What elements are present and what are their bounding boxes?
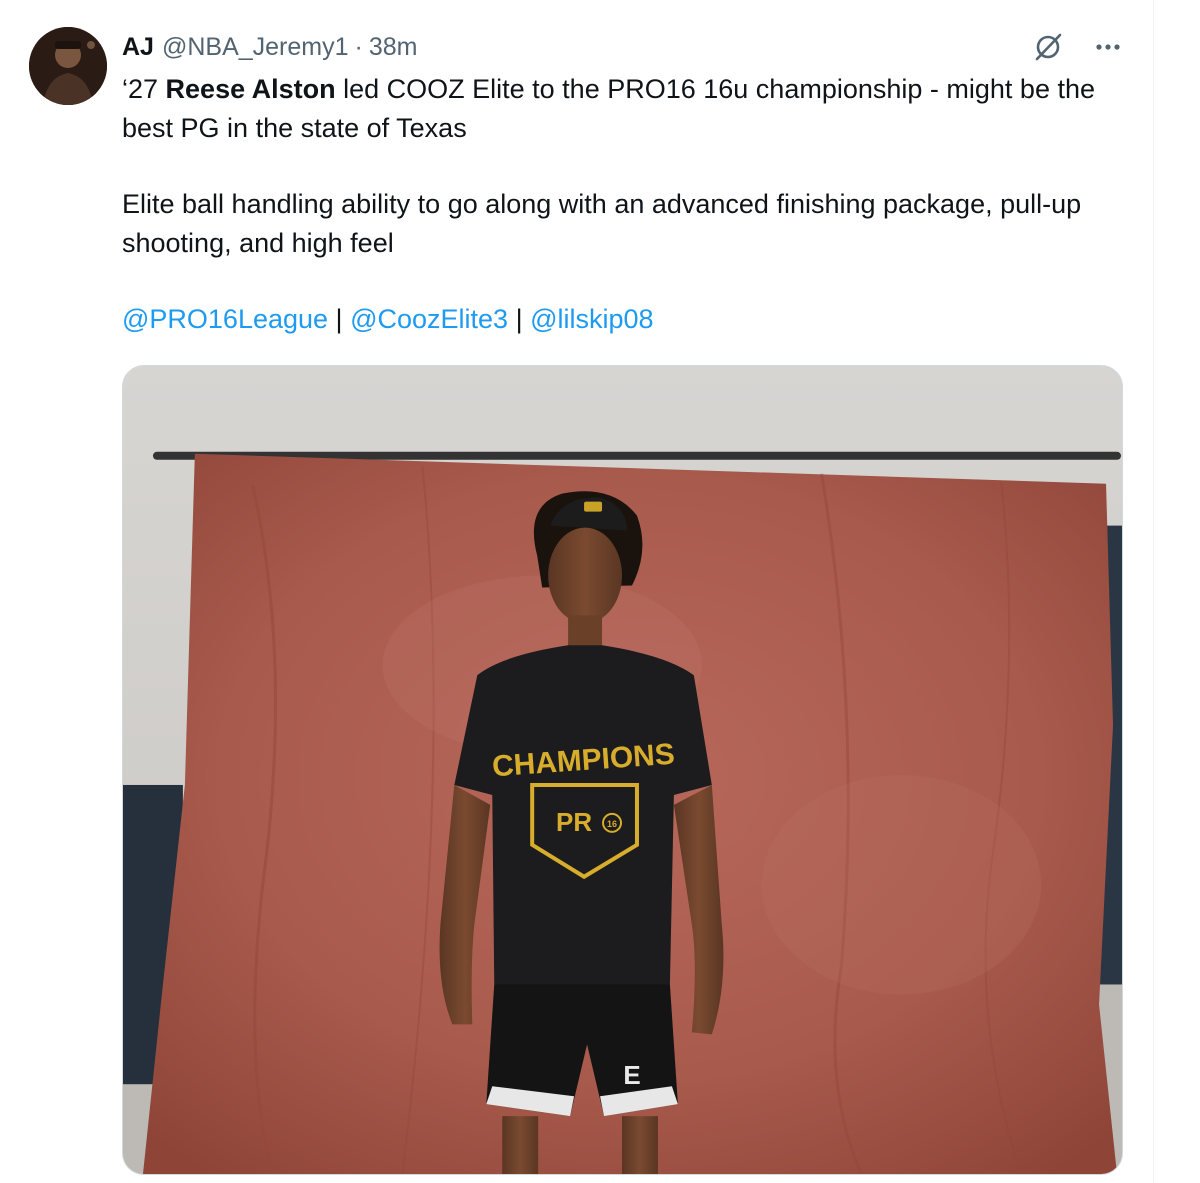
header-actions	[1030, 30, 1126, 64]
shirt-logo-number: 16	[607, 819, 617, 829]
display-name[interactable]: AJ	[122, 33, 154, 62]
tweet-paragraph-1: ‘27 Reese Alston led COOZ Elite to the P…	[122, 70, 1132, 148]
avatar[interactable]	[29, 27, 107, 105]
mention-separator: |	[328, 304, 351, 334]
grok-button[interactable]	[1030, 30, 1066, 64]
more-options-icon	[1096, 44, 1120, 50]
shorts-letter: E	[623, 1062, 640, 1090]
tweet-header: AJ @NBA_Jeremy1 · 38m	[122, 30, 418, 64]
mention-coozelite3[interactable]: @CoozElite3	[350, 304, 508, 334]
column-divider	[1153, 0, 1154, 1183]
photo-illustration: CHAMPIONS PR 16 E	[123, 366, 1122, 1174]
mention-pro16league[interactable]: @PRO16League	[122, 304, 328, 334]
player-name: Reese Alston	[165, 74, 336, 104]
mention-lilskip08[interactable]: @lilskip08	[530, 304, 653, 334]
tweet-text: ‘27 Reese Alston led COOZ Elite to the P…	[122, 70, 1132, 339]
page: AJ @NBA_Jeremy1 · 38m ‘27 Reese Alston l…	[0, 0, 1200, 1183]
avatar-image	[29, 27, 107, 105]
mentions-line: @PRO16League | @CoozElite3 | @lilskip08	[122, 300, 1132, 339]
text-prefix: ‘27	[122, 74, 166, 104]
shirt-logo-text: PR	[556, 809, 592, 837]
tweet-paragraph-2: Elite ball handling ability to go along …	[122, 189, 1082, 258]
user-handle[interactable]: @NBA_Jeremy1	[162, 33, 349, 62]
tweet-media-photo[interactable]: CHAMPIONS PR 16 E	[122, 365, 1123, 1175]
separator-dot: ·	[354, 32, 363, 61]
grok-icon	[1035, 33, 1062, 61]
tweet[interactable]: AJ @NBA_Jeremy1 · 38m ‘27 Reese Alston l…	[0, 0, 1153, 1183]
timestamp[interactable]: 38m	[369, 33, 418, 62]
more-options-button[interactable]	[1090, 30, 1126, 64]
mention-separator: |	[508, 304, 531, 334]
